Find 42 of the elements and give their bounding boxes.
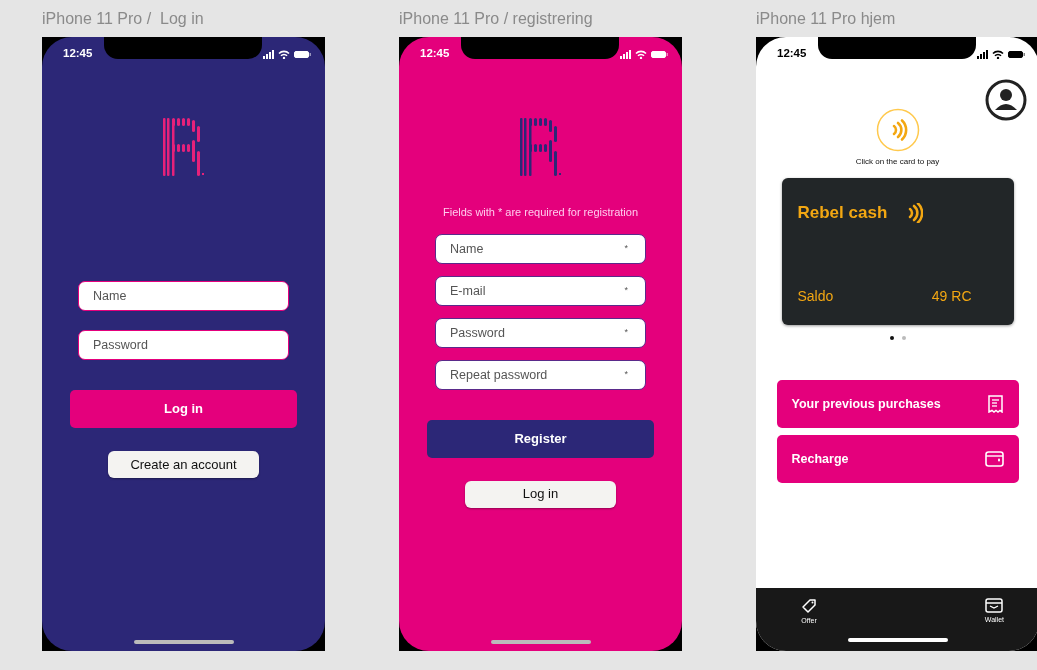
battery-icon	[1008, 50, 1025, 58]
card-title: Rebel cash	[797, 202, 888, 224]
input-field[interactable]: Name	[78, 281, 289, 311]
required-marker: *	[624, 367, 628, 380]
signal-icon	[263, 49, 274, 59]
status-time: 12:45	[420, 46, 450, 62]
frame-title: iPhone 11 Pro / Log in	[42, 9, 204, 29]
wifi-icon	[278, 49, 290, 59]
status-time: 12:45	[63, 46, 93, 62]
page-dot[interactable]	[901, 336, 906, 340]
secondary-button[interactable]: Log in	[465, 480, 616, 508]
required-marker: *	[624, 283, 628, 296]
battery-icon	[294, 50, 311, 58]
wallet-icon[interactable]	[985, 598, 1004, 613]
required-marker: *	[624, 241, 628, 254]
input-field[interactable]: Password	[78, 330, 289, 360]
status-time: 12:45	[777, 46, 807, 62]
logo-icon	[519, 118, 562, 176]
primary-button[interactable]: Log in	[70, 390, 297, 428]
profile-icon[interactable]	[985, 79, 1027, 121]
info-text: Fields with * are required for registration	[443, 205, 638, 220]
wifi-icon	[635, 49, 647, 59]
primary-button[interactable]: Register	[427, 419, 654, 458]
required-marker: *	[624, 325, 628, 338]
action-button[interactable]: Recharge	[776, 435, 1019, 483]
logo-icon	[162, 118, 205, 176]
battery-icon	[651, 50, 668, 58]
frame-title: iPhone 11 Pro / registrering	[399, 9, 593, 29]
page-dot[interactable]	[889, 336, 894, 340]
signal-icon	[977, 49, 988, 59]
secondary-button[interactable]: Create an account	[108, 451, 259, 478]
frame-title: iPhone 11 Pro hjem	[756, 9, 896, 29]
tag-icon[interactable]	[801, 598, 817, 614]
hint-text: Click on the card to pay	[855, 156, 940, 168]
signal-icon	[620, 49, 631, 59]
receipt-icon[interactable]	[986, 395, 1004, 413]
payment-card[interactable]: Rebel cash Saldo 49 RC	[781, 178, 1014, 325]
wifi-icon	[992, 49, 1004, 59]
balance-label: Saldo	[797, 287, 834, 306]
action-button[interactable]: Your previous purchases	[776, 380, 1019, 428]
contactless-icon	[907, 202, 924, 223]
balance-value: 49 RC	[931, 287, 972, 306]
